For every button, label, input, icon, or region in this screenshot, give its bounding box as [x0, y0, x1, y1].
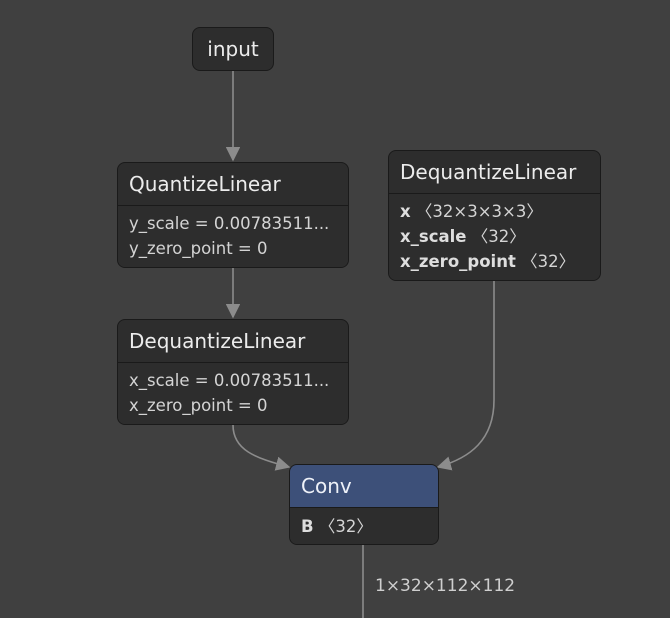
input-x-scale: x_scale 〈32〉: [400, 224, 589, 249]
input-x-scale-shape: 〈32〉: [471, 227, 526, 246]
node-quantize-linear-attributes: y_scale = 0.00783511... y_zero_point = 0: [118, 205, 348, 267]
node-conv-inputs: B 〈32〉: [290, 507, 438, 544]
input-b-shape: 〈32〉: [318, 517, 373, 536]
node-dequantize-linear-input-title: DequantizeLinear: [129, 329, 306, 353]
input-b: B 〈32〉: [301, 514, 427, 539]
input-x-zero-point-shape: 〈32〉: [521, 252, 576, 271]
edge-label-conv-output: 1×32×112×112: [375, 576, 516, 596]
attr-x-zero-point: x_zero_point = 0: [129, 396, 268, 415]
node-conv[interactable]: Conv B 〈32〉: [289, 464, 439, 545]
attr-x-scale: x_scale = 0.00783511...: [129, 371, 330, 390]
attr-y-scale: y_scale = 0.00783511...: [129, 214, 330, 233]
input-x-scale-name: x_scale: [400, 227, 467, 246]
input-x-shape: 〈32×3×3×3〉: [415, 202, 543, 221]
node-input-title: input: [207, 36, 259, 61]
attr-y-zero-point: y_zero_point = 0: [129, 239, 268, 258]
input-x: x 〈32×3×3×3〉: [400, 199, 589, 224]
node-dequantize-linear-weight-inputs: x 〈32×3×3×3〉 x_scale 〈32〉 x_zero_point 〈…: [389, 193, 600, 280]
node-dequantize-linear-weight-title: DequantizeLinear: [400, 160, 577, 184]
node-dequantize-linear-input-attributes: x_scale = 0.00783511... x_zero_point = 0: [118, 362, 348, 424]
input-x-name: x: [400, 202, 411, 221]
node-quantize-linear-title: QuantizeLinear: [129, 172, 281, 196]
input-x-zero-point-name: x_zero_point: [400, 252, 516, 271]
edge-weight-dequantize-to-conv: [436, 281, 495, 471]
node-dequantize-linear-weight[interactable]: DequantizeLinear x 〈32×3×3×3〉 x_scale 〈3…: [388, 150, 601, 281]
graph-canvas[interactable]: input QuantizeLinear y_scale = 0.0078351…: [0, 0, 670, 618]
node-input[interactable]: input: [192, 27, 274, 71]
node-dequantize-linear-input[interactable]: DequantizeLinear x_scale = 0.00783511...…: [117, 319, 349, 425]
input-x-zero-point: x_zero_point 〈32〉: [400, 249, 589, 274]
edge-dequantize-to-conv: [232, 424, 291, 471]
node-conv-title: Conv: [290, 465, 438, 507]
input-b-name: B: [301, 517, 314, 536]
node-quantize-linear[interactable]: QuantizeLinear y_scale = 0.00783511... y…: [117, 162, 349, 268]
